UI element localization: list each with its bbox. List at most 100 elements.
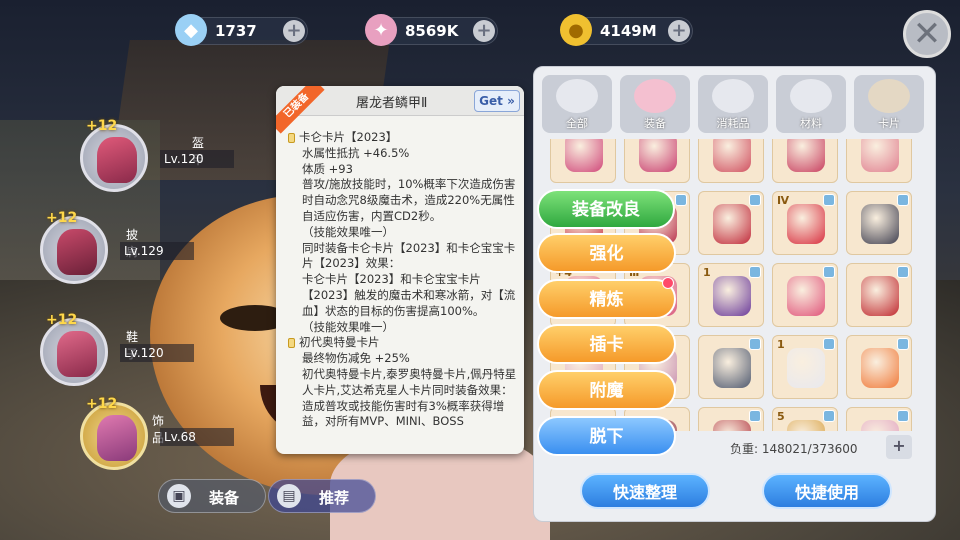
refine-button[interactable]: 精炼 bbox=[537, 279, 676, 319]
lock-icon bbox=[897, 410, 909, 422]
shield-icon bbox=[787, 204, 825, 244]
enchant-button[interactable]: 附魔 bbox=[537, 370, 676, 410]
currency-crystal: ✦ 8569K + bbox=[365, 14, 498, 46]
tab-all-label: 全部 bbox=[566, 117, 588, 130]
inventory-item-slot[interactable] bbox=[846, 139, 912, 183]
currency-diamond: ◆ 1737 + bbox=[175, 14, 308, 46]
tab-equipment[interactable]: ▣ 装备 bbox=[158, 479, 266, 513]
quick-sort-button[interactable]: 快速整理 bbox=[580, 473, 710, 509]
add-coin-button[interactable]: + bbox=[668, 20, 690, 42]
tab-cards-label: 卡片 bbox=[878, 117, 900, 130]
accessory-slot-circle bbox=[80, 402, 148, 470]
notification-dot bbox=[662, 277, 674, 289]
coin-value: 4149M bbox=[600, 22, 657, 40]
inventory-item-slot[interactable]: 1 bbox=[772, 335, 838, 399]
pink-bracelet-icon bbox=[787, 276, 825, 316]
lock-icon bbox=[823, 194, 835, 206]
item-tooltip: 屠龙者鳞甲Ⅱ Get » 已装备 卡仑卡片【2023】 水属性抵抗 +46.5%… bbox=[276, 86, 524, 454]
potion-icon bbox=[712, 79, 754, 113]
tab-cards[interactable]: 卡片 bbox=[854, 75, 924, 133]
figure-icon bbox=[861, 204, 899, 244]
armor-icon bbox=[97, 137, 137, 183]
shirt-icon: ▣ bbox=[167, 484, 191, 508]
armor-slot-circle bbox=[80, 124, 148, 192]
card-line: 卡仑卡片【2023】和卡仑宝宝卡片【2023】触发的魔击术和寒冰箭，对【流血】状… bbox=[302, 272, 516, 318]
inventory-item-slot[interactable] bbox=[846, 263, 912, 327]
item-badge: 1 bbox=[777, 338, 785, 351]
inventory-item-slot[interactable] bbox=[698, 407, 764, 431]
red-hat-icon bbox=[861, 276, 899, 316]
tab-recommend[interactable]: ▤ 推荐 bbox=[268, 479, 376, 513]
unequip-button[interactable]: 脱下 bbox=[537, 416, 676, 456]
poring-icon bbox=[634, 79, 676, 113]
card-icon bbox=[868, 79, 910, 113]
golden-item-icon bbox=[787, 420, 825, 431]
tab-consumables[interactable]: 消耗品 bbox=[698, 75, 768, 133]
card-slot-icon bbox=[288, 132, 295, 143]
lock-icon bbox=[823, 338, 835, 350]
inventory-item-slot[interactable] bbox=[846, 191, 912, 255]
cloak-slot-circle bbox=[40, 216, 108, 284]
red-cloak-icon bbox=[713, 204, 751, 244]
tab-equipment-category[interactable]: 装备 bbox=[620, 75, 690, 133]
lock-icon bbox=[749, 338, 761, 350]
inventory-item-slot[interactable]: 1 bbox=[698, 263, 764, 327]
add-diamond-button[interactable]: + bbox=[283, 20, 305, 42]
enhance-button[interactable]: 强化 bbox=[537, 233, 676, 273]
card-entry-header: 卡仑卡片【2023】 bbox=[288, 130, 518, 146]
inventory-item-slot[interactable] bbox=[550, 139, 616, 183]
card-entry-header: 初代奥特曼卡片 bbox=[288, 335, 518, 351]
add-crystal-button[interactable]: + bbox=[473, 20, 495, 42]
inventory-item-slot[interactable] bbox=[624, 139, 690, 183]
card-name: 卡仑卡片【2023】 bbox=[299, 130, 398, 144]
card-line: 体质 +93 bbox=[302, 161, 353, 176]
inventory-item-slot[interactable] bbox=[846, 407, 912, 431]
shoes-icon bbox=[57, 331, 97, 377]
expand-weight-button[interactable]: + bbox=[886, 435, 912, 459]
necklace-icon bbox=[713, 348, 751, 388]
inventory-item-slot[interactable]: 5 bbox=[772, 407, 838, 431]
insert-card-button[interactable]: 插卡 bbox=[537, 324, 676, 364]
crystal-icon: ✦ bbox=[365, 14, 397, 46]
accessory-refine-level: +12 bbox=[86, 396, 118, 412]
tab-recommend-label: 推荐 bbox=[319, 489, 350, 507]
card-line: （技能效果唯一） bbox=[302, 224, 394, 239]
tab-equipment-category-label: 装备 bbox=[644, 117, 666, 130]
inventory-item-slot[interactable] bbox=[698, 335, 764, 399]
pink-armor-icon bbox=[639, 139, 677, 172]
tab-materials[interactable]: 材料 bbox=[776, 75, 846, 133]
scarf-icon bbox=[787, 348, 825, 388]
lock-icon bbox=[897, 338, 909, 350]
lock-icon bbox=[897, 266, 909, 278]
pink-armor-icon bbox=[565, 139, 603, 172]
quick-use-button[interactable]: 快捷使用 bbox=[762, 473, 892, 509]
accessory-icon bbox=[97, 415, 137, 461]
orb-icon bbox=[861, 420, 899, 431]
upgrade-equipment-button[interactable]: 装备改良 bbox=[537, 189, 675, 229]
card-line: 造成普攻或技能伤害时有3%概率获得增益，对所有MVP、MINI、BOSS bbox=[302, 398, 505, 429]
shoes-slot-circle bbox=[40, 318, 108, 386]
currency-coin: ● 4149M + bbox=[560, 14, 693, 46]
get-source-button[interactable]: Get » bbox=[474, 90, 520, 112]
accessory-slot-level: Lv.68 bbox=[160, 428, 234, 446]
diamond-value: 1737 bbox=[215, 22, 257, 40]
tab-all[interactable]: 全部 bbox=[542, 75, 612, 133]
inventory-item-slot[interactable] bbox=[772, 139, 838, 183]
item-name: 屠龙者鳞甲Ⅱ bbox=[356, 96, 428, 111]
card-slot-icon bbox=[288, 338, 295, 349]
armor-slot-level: Lv.120 bbox=[160, 150, 234, 168]
inventory-item-slot[interactable]: Ⅳ bbox=[772, 191, 838, 255]
inventory-item-slot[interactable] bbox=[772, 263, 838, 327]
lock-icon bbox=[749, 410, 761, 422]
shoes-refine-level: +12 bbox=[46, 312, 78, 328]
helmet-icon bbox=[556, 79, 598, 113]
tab-materials-label: 材料 bbox=[800, 117, 822, 130]
inventory-item-slot[interactable] bbox=[698, 191, 764, 255]
purple-bracelet-icon bbox=[713, 276, 751, 316]
dagger-icon bbox=[713, 420, 751, 431]
cloak-slot-level: Lv.129 bbox=[120, 242, 194, 260]
close-button[interactable]: ✕ bbox=[903, 10, 951, 58]
inventory-item-slot[interactable] bbox=[846, 335, 912, 399]
pink-armor-icon bbox=[787, 139, 825, 172]
inventory-item-slot[interactable] bbox=[698, 139, 764, 183]
